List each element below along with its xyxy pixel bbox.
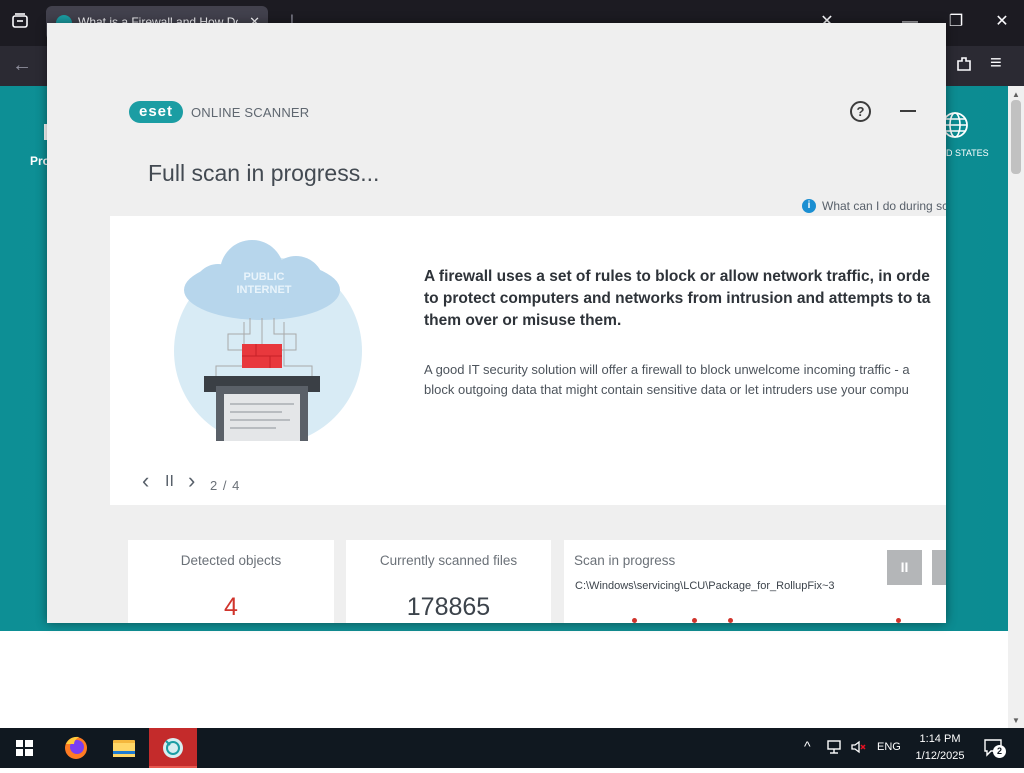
tips-carousel: PUBLIC INTERNET A firewall uses a set of… bbox=[110, 216, 946, 505]
input-language[interactable]: ENG bbox=[877, 741, 901, 753]
tip-headline-line-2: to protect computers and networks from i… bbox=[424, 290, 931, 307]
window-restore-button[interactable]: ❐ bbox=[944, 10, 968, 34]
scroll-down-icon[interactable]: ▼ bbox=[1012, 716, 1020, 725]
tab-list-icon[interactable] bbox=[10, 12, 30, 32]
hamburger-menu-icon[interactable]: ≡ bbox=[990, 52, 1002, 75]
scanned-files-value: 178865 bbox=[406, 593, 491, 621]
tip-headline-line-3: them over or misuse them. bbox=[424, 312, 622, 329]
detection-marker bbox=[692, 618, 697, 623]
scanned-files-card: Currently scanned files 178865 bbox=[346, 540, 551, 623]
detected-objects-card: Detected objects 4 bbox=[128, 540, 334, 623]
tip-headline: A firewall uses a set of rules to block … bbox=[424, 266, 946, 332]
tray-chevron-icon[interactable]: ^ bbox=[804, 738, 811, 754]
firewall-illustration: PUBLIC INTERNET bbox=[174, 240, 362, 441]
carousel-prev-icon[interactable]: ‹ bbox=[142, 468, 149, 494]
carousel-counter: 2 / 4 bbox=[210, 478, 241, 493]
notification-count-badge: 2 bbox=[993, 745, 1006, 758]
scanned-files-label: Currently scanned files bbox=[379, 553, 518, 568]
scan-progress-label: Scan in progress bbox=[574, 553, 676, 568]
minimize-icon[interactable] bbox=[900, 110, 916, 112]
network-icon[interactable] bbox=[826, 738, 844, 759]
detected-objects-label: Detected objects bbox=[180, 553, 282, 568]
carousel-pause-icon[interactable]: II bbox=[165, 473, 174, 491]
scrollbar-thumb[interactable] bbox=[1011, 100, 1021, 174]
detected-objects-value: 4 bbox=[224, 593, 238, 621]
back-arrow-icon[interactable]: ← bbox=[12, 54, 32, 77]
info-link[interactable]: i What can I do during sc bbox=[802, 198, 946, 214]
scroll-up-icon[interactable]: ▲ bbox=[1012, 90, 1020, 99]
clock-date: 1/12/2025 bbox=[915, 750, 965, 762]
window-close-button[interactable]: ✕ bbox=[990, 10, 1014, 34]
current-file-path: C:\Windows\servicing\LCU\Package_for_Rol… bbox=[575, 580, 835, 592]
help-icon[interactable]: ? bbox=[850, 101, 871, 122]
tip-body: A good IT security solution will offer a… bbox=[424, 360, 946, 400]
page-scrollbar[interactable] bbox=[1008, 86, 1024, 728]
windows-taskbar: ^ ENG 1:14 PM 1/12/2025 2 bbox=[0, 728, 1024, 768]
illustration-label-2: INTERNET bbox=[237, 284, 292, 296]
detection-marker bbox=[728, 618, 733, 623]
product-name: ONLINE SCANNER bbox=[191, 104, 310, 120]
extensions-icon[interactable] bbox=[954, 54, 974, 79]
notification-center-icon[interactable]: 2 bbox=[983, 738, 1006, 758]
eset-scanner-icon[interactable] bbox=[149, 728, 197, 768]
carousel-next-icon[interactable]: › bbox=[188, 468, 195, 494]
windows-start-icon[interactable] bbox=[0, 728, 48, 768]
tip-body-line-1: A good IT security solution will offer a… bbox=[424, 362, 910, 377]
eset-scanner-window: eset ONLINE SCANNER ? Full scan in progr… bbox=[47, 23, 946, 623]
detection-marker bbox=[632, 618, 637, 623]
brand-header: eset ONLINE SCANNER bbox=[129, 100, 309, 124]
eset-logo: eset bbox=[129, 101, 183, 123]
stop-scan-button[interactable] bbox=[932, 550, 946, 585]
region-label[interactable]: D STATES bbox=[946, 148, 989, 158]
illustration-label-1: PUBLIC bbox=[244, 271, 285, 283]
system-clock[interactable]: 1:14 PM 1/12/2025 bbox=[903, 731, 977, 765]
file-explorer-icon[interactable] bbox=[100, 728, 148, 768]
tip-headline-line-1: A firewall uses a set of rules to block … bbox=[424, 268, 930, 285]
scan-status-title: Full scan in progress... bbox=[148, 160, 380, 186]
clock-time: 1:14 PM bbox=[919, 733, 961, 745]
tip-body-line-2: block outgoing data that might contain s… bbox=[424, 382, 909, 397]
pause-scan-button[interactable]: II bbox=[887, 550, 922, 585]
info-icon: i bbox=[802, 199, 816, 213]
volume-muted-icon[interactable] bbox=[850, 738, 868, 759]
firefox-icon[interactable] bbox=[52, 728, 100, 768]
detection-marker bbox=[896, 618, 901, 623]
webpage-lower-area bbox=[0, 631, 1008, 728]
info-link-text: What can I do during sc bbox=[822, 199, 946, 213]
